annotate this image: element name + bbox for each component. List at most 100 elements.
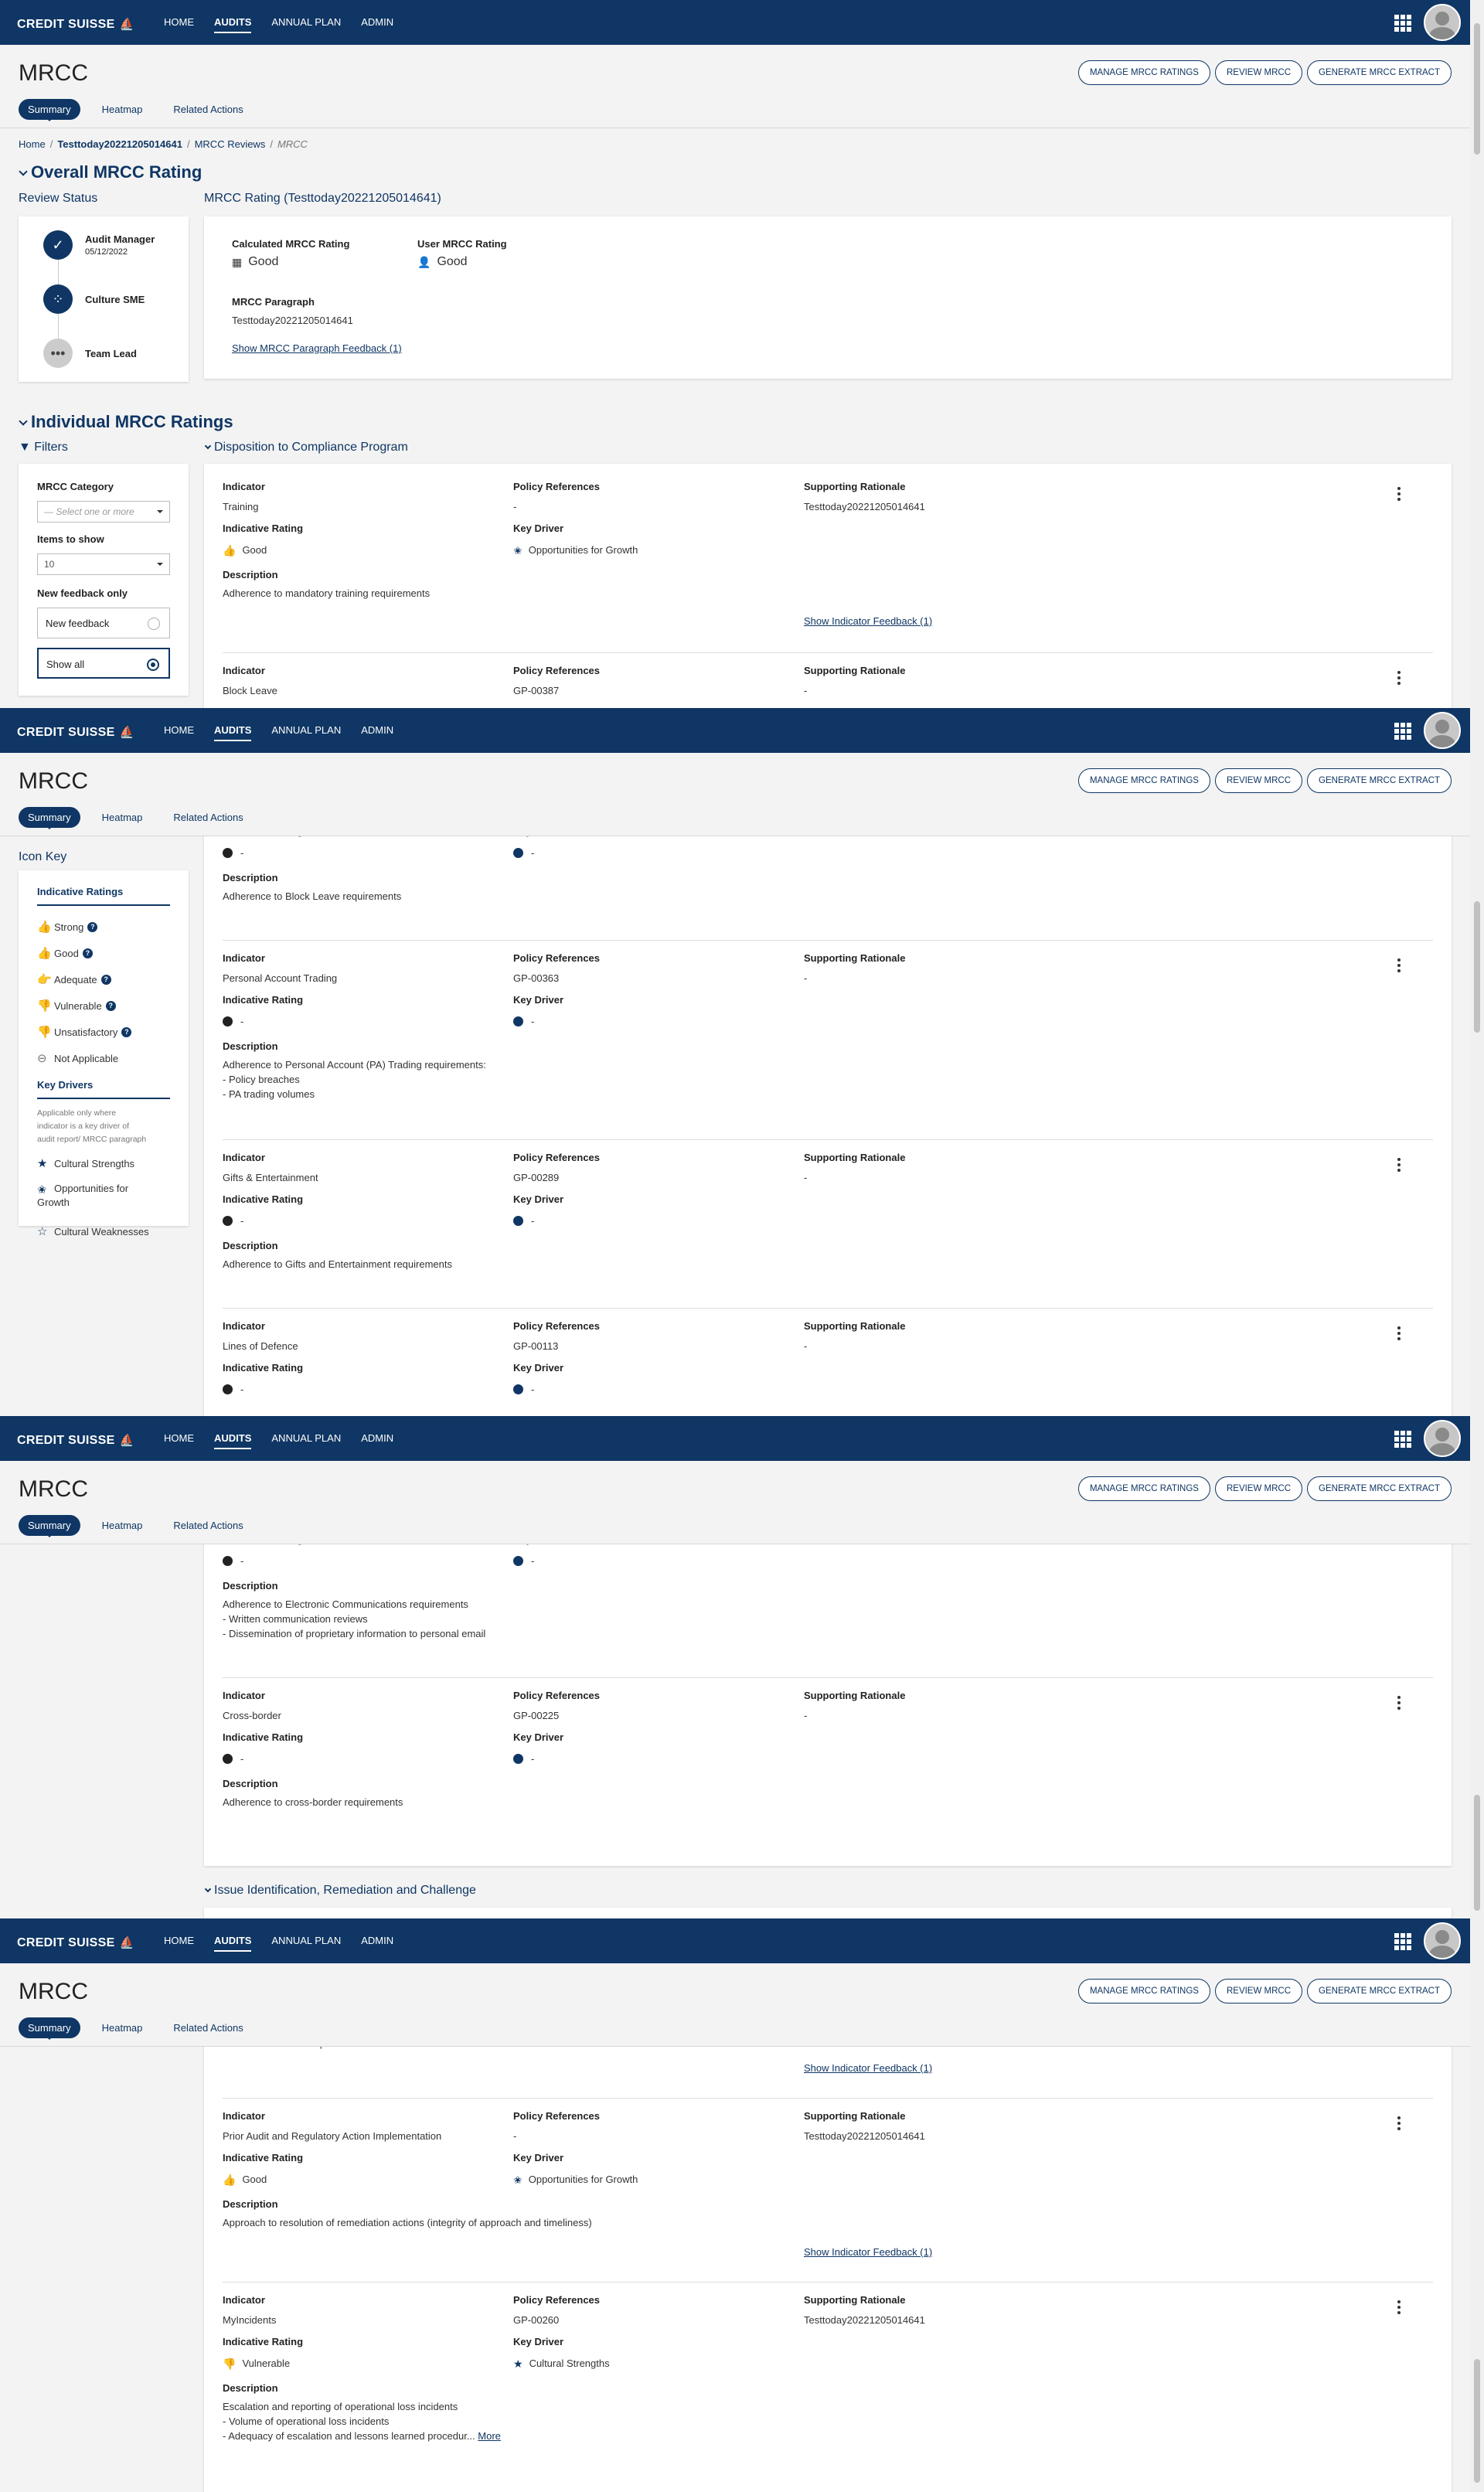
new-feedback-radio[interactable]: New feedback [37,608,170,638]
tab-heatmap[interactable]: Heatmap [93,807,152,828]
generate-mrcc-extract-button[interactable]: GENERATE MRCC EXTRACT [1307,768,1452,793]
review-mrcc-button[interactable]: REVIEW MRCC [1214,768,1303,793]
user-avatar[interactable] [1424,1922,1461,1959]
tab-heatmap[interactable]: Heatmap [93,1515,152,1536]
nav-home[interactable]: HOME [164,16,194,33]
overall-rating-heading[interactable]: Overall MRCC Rating [19,162,202,182]
manage-mrcc-ratings-button[interactable]: MANAGE MRCC RATINGS [1077,1979,1210,2003]
mrcc-paragraph-label: MRCC Paragraph [232,296,315,308]
chevron-down-icon [19,417,28,426]
brand-logo[interactable]: CREDIT SUISSE ⛵ [17,17,134,32]
more-options-icon[interactable] [1397,1325,1401,1342]
review-mrcc-button[interactable]: REVIEW MRCC [1214,1476,1303,1501]
manage-mrcc-ratings-button[interactable]: MANAGE MRCC RATINGS [1077,1476,1210,1501]
nav-admin[interactable]: ADMIN [361,16,393,33]
brand-logo[interactable]: CREDIT SUISSE ⛵ [17,1433,134,1448]
screen-segment-3: Indicative Rating - Key Driver - Descrip… [0,1416,1484,1918]
individual-ratings-heading[interactable]: Individual MRCC Ratings [19,412,233,432]
apps-grid-icon[interactable] [1394,723,1411,740]
more-options-icon[interactable] [1397,1694,1401,1711]
tab-heatmap[interactable]: Heatmap [93,2017,152,2038]
tab-summary[interactable]: Summary [19,1515,80,1537]
more-options-icon[interactable] [1397,669,1401,686]
show-indicator-feedback-link[interactable]: Show Indicator Feedback (1) [804,2062,932,2074]
nav-admin[interactable]: ADMIN [361,1432,393,1449]
show-all-radio[interactable]: Show all [37,648,170,679]
tab-related-actions[interactable]: Related Actions [164,1515,252,1536]
user-avatar[interactable] [1424,4,1461,41]
scrollbar-thumb[interactable] [1474,901,1480,1033]
breadcrumb-home[interactable]: Home [19,138,46,150]
chevron-down-icon [204,1885,212,1893]
more-options-icon[interactable] [1397,2115,1401,2132]
description-label: Description [223,1778,278,1789]
description-value: Adherence to Gifts and Entertainment req… [223,1258,452,1270]
nav-admin[interactable]: ADMIN [361,1935,393,1952]
more-options-icon[interactable] [1397,485,1401,502]
more-options-icon[interactable] [1397,2299,1401,2316]
tab-related-actions[interactable]: Related Actions [164,2017,252,2038]
group-issue-identification-heading[interactable]: Issue Identification, Remediation and Ch… [204,1884,476,1898]
review-mrcc-button[interactable]: REVIEW MRCC [1214,1979,1303,2003]
generate-mrcc-extract-button[interactable]: GENERATE MRCC EXTRACT [1307,1979,1452,2003]
user-avatar[interactable] [1424,1420,1461,1457]
nav-home[interactable]: HOME [164,1432,194,1449]
tab-summary[interactable]: Summary [19,99,80,121]
category-select[interactable]: — Select one or more [37,501,170,523]
generate-mrcc-extract-button[interactable]: GENERATE MRCC EXTRACT [1307,1476,1452,1501]
nav-audits[interactable]: AUDITS [214,724,252,741]
user-avatar[interactable] [1424,712,1461,749]
page-header: MRCC MANAGE MRCC RATINGS REVIEW MRCC GEN… [0,45,1470,128]
tab-heatmap[interactable]: Heatmap [93,99,152,120]
generate-mrcc-extract-button[interactable]: GENERATE MRCC EXTRACT [1307,60,1452,85]
nav-audits[interactable]: AUDITS [214,16,252,33]
show-paragraph-feedback-link[interactable]: Show MRCC Paragraph Feedback (1) [232,342,402,354]
help-icon[interactable]: ? [105,1000,116,1011]
tab-related-actions[interactable]: Related Actions [164,807,252,828]
indicator-name: Prior Audit and Regulatory Action Implem… [223,2130,442,2142]
key-vulnerable: 👎 Vulnerable? [37,999,116,1013]
help-icon[interactable]: ? [82,948,93,958]
apps-grid-icon[interactable] [1394,15,1411,32]
tab-summary[interactable]: Summary [19,807,80,829]
scrollbar-thumb[interactable] [1474,2359,1480,2483]
scrollbar-thumb[interactable] [1474,23,1480,155]
more-link[interactable]: More [478,2430,501,2442]
help-icon[interactable]: ? [87,921,98,932]
apps-grid-icon[interactable] [1394,1933,1411,1950]
manage-mrcc-ratings-button[interactable]: MANAGE MRCC RATINGS [1077,60,1210,85]
help-icon[interactable]: ? [100,974,111,985]
show-indicator-feedback-link[interactable]: Show Indicator Feedback (1) [804,2246,932,2258]
mrcc-paragraph-value: Testtoday20221205014641 [232,315,353,326]
show-indicator-feedback-link[interactable]: Show Indicator Feedback (1) [804,615,932,627]
nav-audits[interactable]: AUDITS [214,1432,252,1449]
nav-annual-plan[interactable]: ANNUAL PLAN [271,1432,341,1449]
indicators-card: Indicator Training Policy References - S… [204,464,1452,708]
more-options-icon[interactable] [1397,1156,1401,1173]
scrollbar-thumb[interactable] [1474,1795,1480,1911]
brand-logo[interactable]: CREDIT SUISSE ⛵ [17,725,134,740]
nav-admin[interactable]: ADMIN [361,724,393,741]
tab-related-actions[interactable]: Related Actions [164,99,252,120]
policy-value: GP-00260 [513,2314,560,2326]
help-icon[interactable]: ? [121,1026,132,1037]
nav-home[interactable]: HOME [164,1935,194,1952]
tab-summary[interactable]: Summary [19,2017,80,2040]
more-options-icon[interactable] [1397,957,1401,974]
rationale-label: Supporting Rationale [804,1690,906,1701]
breadcrumb-reviews[interactable]: MRCC Reviews [195,138,266,150]
nav-home[interactable]: HOME [164,724,194,741]
brand-logo[interactable]: CREDIT SUISSE ⛵ [17,1935,134,1950]
apps-grid-icon[interactable] [1394,1431,1411,1448]
nav-annual-plan[interactable]: ANNUAL PLAN [271,1935,341,1952]
scrollbar[interactable] [1470,708,1484,1416]
nav-annual-plan[interactable]: ANNUAL PLAN [271,724,341,741]
nav-audits[interactable]: AUDITS [214,1935,252,1952]
items-to-show-select[interactable]: 10 [37,553,170,575]
review-mrcc-button[interactable]: REVIEW MRCC [1214,60,1303,85]
breadcrumb-audit[interactable]: Testtoday20221205014641 [57,138,182,150]
nav-annual-plan[interactable]: ANNUAL PLAN [271,16,341,33]
manage-mrcc-ratings-button[interactable]: MANAGE MRCC RATINGS [1077,768,1210,793]
group-disposition-heading[interactable]: Disposition to Compliance Program [204,441,408,454]
policy-value: - [513,501,517,512]
